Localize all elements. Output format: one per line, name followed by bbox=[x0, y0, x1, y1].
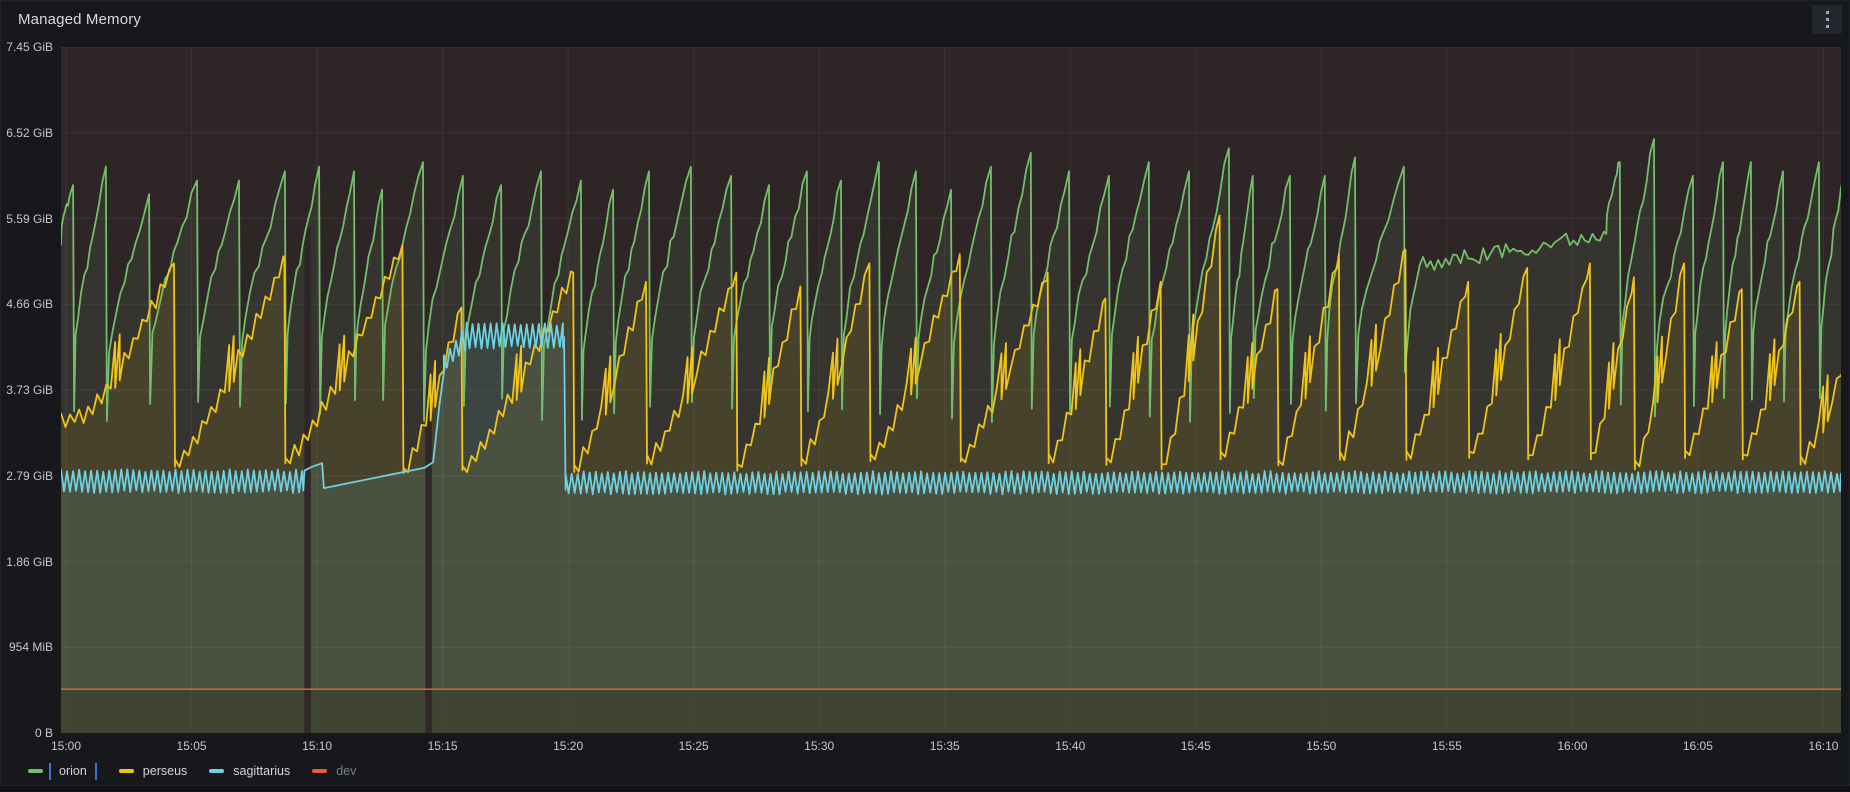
x-axis-tick-label: 15:05 bbox=[160, 739, 224, 753]
legend-item-orion[interactable]: orion bbox=[28, 763, 97, 780]
x-axis-tick-label: 15:00 bbox=[34, 739, 98, 753]
legend-focus-bar bbox=[49, 763, 51, 780]
legend-label-dev: dev bbox=[336, 764, 356, 778]
chart-canvas[interactable] bbox=[1, 1, 1850, 792]
x-axis-tick-label: 16:05 bbox=[1666, 739, 1730, 753]
y-axis-tick-label: 0 B bbox=[3, 726, 53, 740]
x-axis-tick-label: 16:00 bbox=[1540, 739, 1604, 753]
x-axis-tick-label: 15:10 bbox=[285, 739, 349, 753]
x-axis-tick-label: 15:45 bbox=[1164, 739, 1228, 753]
legend-series-dash-icon bbox=[312, 769, 327, 773]
legend-item-perseus[interactable]: perseus bbox=[119, 764, 187, 778]
legend-focus-bar bbox=[95, 763, 97, 780]
legend-series-dash-icon bbox=[119, 769, 134, 773]
y-axis-tick-label: 2.79 GiB bbox=[3, 469, 53, 483]
y-axis-tick-label: 3.73 GiB bbox=[3, 383, 53, 397]
grafana-panel: Managed Memory 0 B954 MiB1.86 GiB2.79 Gi… bbox=[0, 0, 1850, 786]
legend-label-sagittarius: sagittarius bbox=[233, 764, 290, 778]
legend-series-dash-icon bbox=[209, 769, 224, 773]
y-axis-tick-label: 5.59 GiB bbox=[3, 212, 53, 226]
legend-label-orion: orion bbox=[59, 764, 87, 778]
legend-series-dash-icon bbox=[28, 769, 43, 773]
x-axis-tick-label: 15:25 bbox=[662, 739, 726, 753]
legend-label-perseus: perseus bbox=[143, 764, 187, 778]
x-axis-tick-label: 16:10 bbox=[1791, 739, 1850, 753]
x-axis-tick-label: 15:55 bbox=[1415, 739, 1479, 753]
x-axis-tick-label: 15:35 bbox=[913, 739, 977, 753]
x-axis-tick-label: 15:50 bbox=[1289, 739, 1353, 753]
legend-item-dev[interactable]: dev bbox=[312, 764, 356, 778]
y-axis-tick-label: 1.86 GiB bbox=[3, 555, 53, 569]
x-axis-tick-label: 15:40 bbox=[1038, 739, 1102, 753]
legend-item-sagittarius[interactable]: sagittarius bbox=[209, 764, 290, 778]
y-axis-tick-label: 4.66 GiB bbox=[3, 297, 53, 311]
x-axis-tick-label: 15:20 bbox=[536, 739, 600, 753]
y-axis-tick-label: 6.52 GiB bbox=[3, 126, 53, 140]
y-axis-tick-label: 7.45 GiB bbox=[3, 40, 53, 54]
x-axis-tick-label: 15:15 bbox=[411, 739, 475, 753]
x-axis-tick-label: 15:30 bbox=[787, 739, 851, 753]
y-axis-tick-label: 954 MiB bbox=[3, 640, 53, 654]
legend: orion perseus sagittarius dev bbox=[28, 761, 378, 781]
